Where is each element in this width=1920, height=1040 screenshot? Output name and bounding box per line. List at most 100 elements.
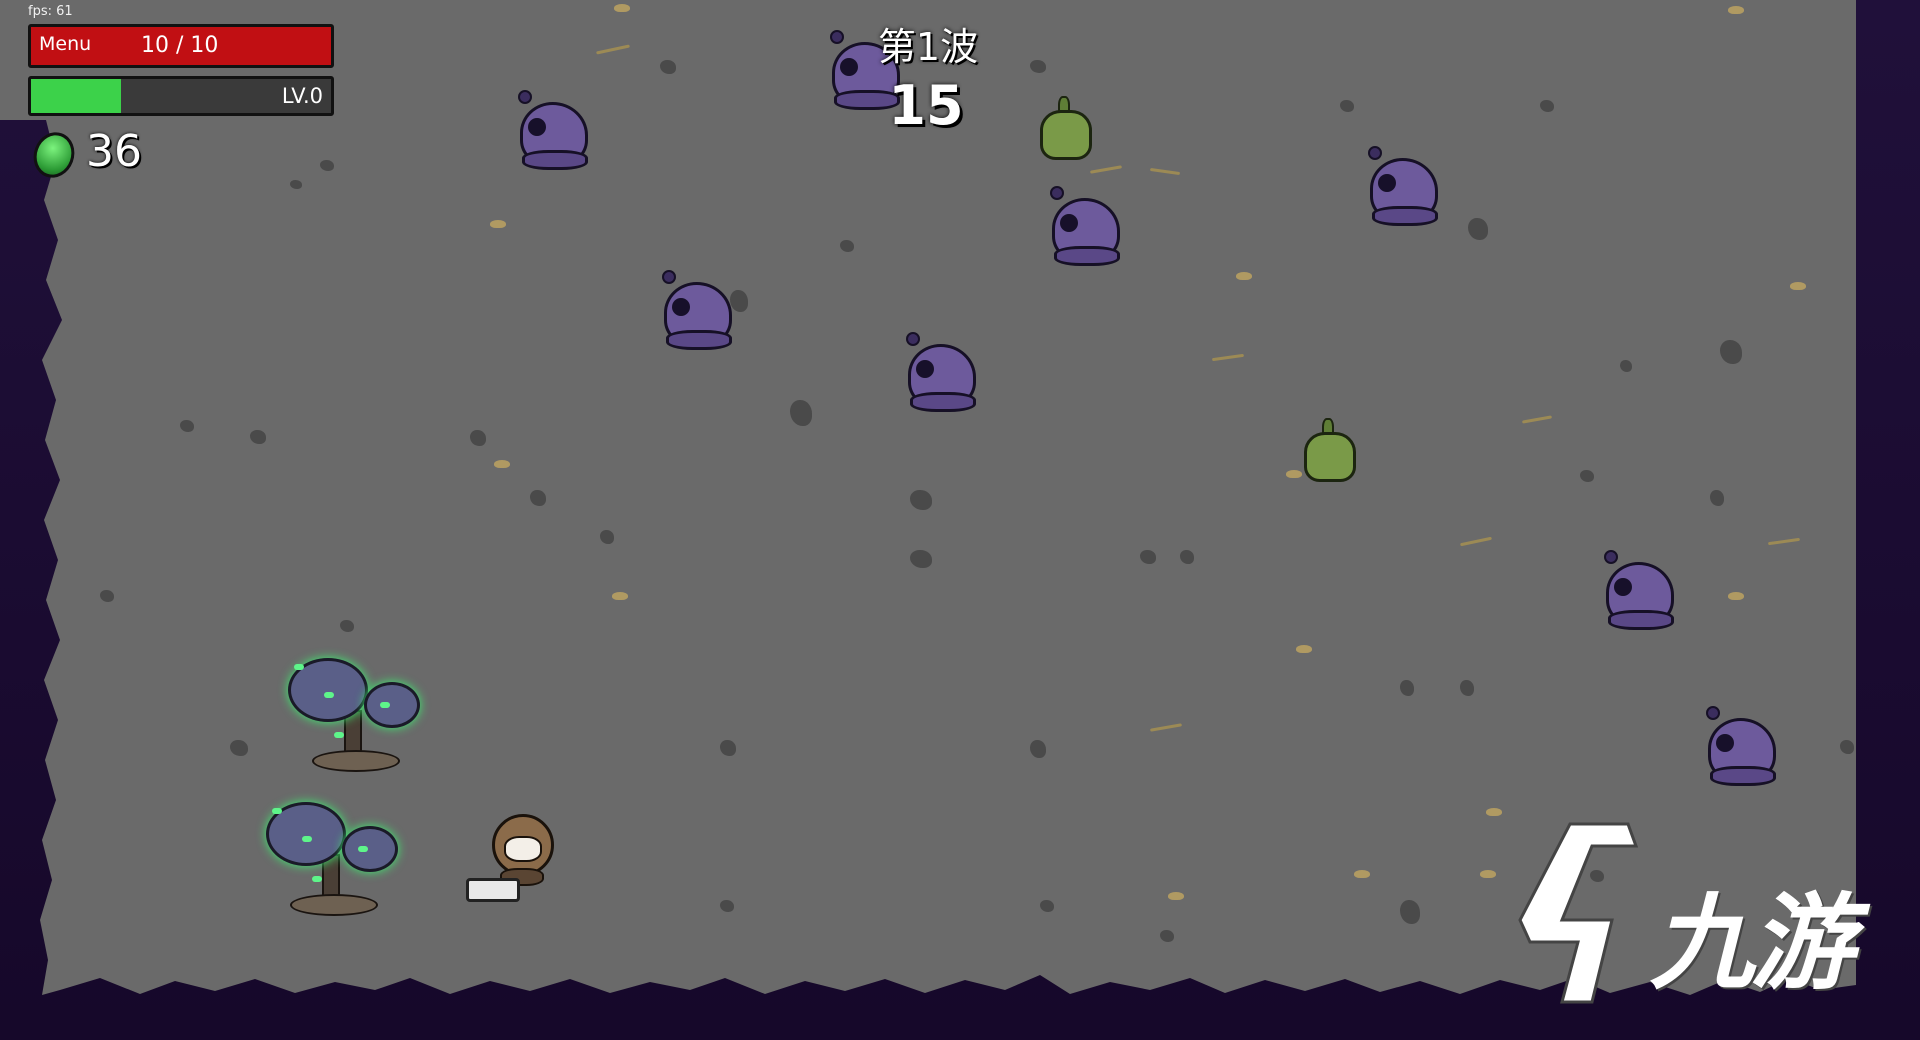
leaf [612,592,628,600]
green-blob-enemy [1300,418,1356,482]
twig [1521,415,1553,424]
alien-eye [1378,174,1396,192]
rock [530,490,546,506]
rock [1620,360,1632,372]
leaf [1486,808,1502,816]
rock [1400,680,1414,696]
tree-glow [324,692,334,698]
alien-antenna [1604,550,1618,564]
health-bar: Menu 10 / 10 [28,24,334,68]
rock [250,430,266,444]
alien-antenna [1706,706,1720,720]
rock [730,290,748,312]
alien-enemy [1044,186,1120,266]
rock [1180,550,1194,564]
tree-glow [272,808,282,814]
alien-antenna [830,30,844,44]
rock [1140,550,1156,564]
alien-enemy [1362,146,1438,226]
alien-antenna [518,90,532,104]
watermark-text: 九游 [1650,882,1854,1004]
tree-base [312,750,400,772]
rock [1160,930,1174,942]
rock [1710,490,1724,506]
twig [1089,165,1123,174]
leaf [1354,870,1370,878]
rock [290,180,302,189]
rock [180,420,194,432]
rock [910,490,932,510]
leaf [1728,592,1744,600]
tree-glow [294,664,304,670]
tree-glow [358,846,368,852]
rock [230,740,248,756]
rock [1720,340,1742,364]
rock [320,160,334,171]
nine-logo-icon [1518,822,1639,1004]
alien-foot [522,150,588,170]
rock [1030,60,1046,73]
tree-glow [312,876,322,882]
leaf [1168,892,1184,900]
experience-bar-fill [31,79,121,113]
rock [1340,100,1354,112]
leaf [1236,272,1252,280]
tree-crown [364,682,420,728]
twig [1460,536,1492,547]
watermark: 九游 [1500,820,1900,1020]
alien-enemy [1598,550,1674,630]
alien-foot [1054,246,1120,266]
leaf [1296,645,1312,653]
rock [660,60,676,74]
twig [1149,723,1183,732]
rock [1580,470,1594,482]
alien-foot [1710,766,1776,786]
alien-foot [910,392,976,412]
menu-button[interactable]: Menu [39,33,91,55]
alien-eye [528,118,546,136]
green-blob-enemy [1036,96,1092,160]
player-character [466,814,566,904]
wave-title: 第1波 [877,25,979,69]
rock [790,400,812,426]
tree-glow [334,732,344,738]
alien-antenna [1368,146,1382,160]
alien-foot [1372,206,1438,226]
alien-enemy [900,332,976,412]
tree-base [290,894,378,916]
rock [100,590,114,602]
twig [1149,167,1181,176]
rock [1460,680,1474,696]
material-count: 36 [86,126,142,177]
health-text: 10 / 10 [141,33,219,58]
wave-timer: 15 [888,74,964,137]
alien-antenna [1050,186,1064,200]
player-weapon [466,878,520,902]
rock [910,550,932,568]
rock [1030,740,1046,758]
rock [1400,900,1420,924]
alien-antenna [662,270,676,284]
leaf [1480,870,1496,878]
alien-enemy [656,270,732,350]
leaf [494,460,510,468]
rock [1540,100,1554,112]
alien-eye [840,58,858,76]
alien-eye [1060,214,1078,232]
fruit-tree [284,652,424,772]
leaf [1728,6,1744,14]
game-stage: fps: 61 Menu 10 / 10 LV.0 36 第1波 15 九游 [0,0,1920,1040]
twig [1211,353,1245,362]
alien-eye [1614,578,1632,596]
tree-glow [380,702,390,708]
twig [596,44,630,55]
alien-enemy [1700,706,1776,786]
fps-counter: fps: 61 [28,4,73,19]
alien-eye [672,298,690,316]
rock [1468,218,1488,240]
leaf [490,220,506,228]
player-face [504,836,542,862]
alien-eye [916,360,934,378]
blob-body [1040,110,1092,160]
alien-eye [1716,734,1734,752]
